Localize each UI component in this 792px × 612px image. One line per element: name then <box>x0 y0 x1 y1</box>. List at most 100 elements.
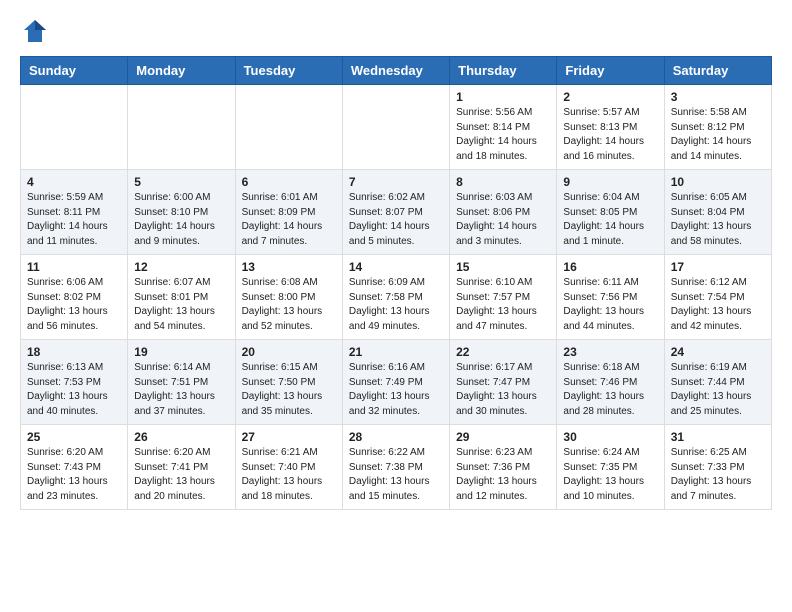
day-number: 4 <box>27 175 121 189</box>
day-info: Sunrise: 6:20 AM Sunset: 7:41 PM Dayligh… <box>134 446 228 504</box>
day-number: 1 <box>456 90 550 104</box>
calendar-cell: 8 Sunrise: 6:03 AM Sunset: 8:06 PM Daylig… <box>450 170 557 255</box>
day-info: Sunrise: 6:07 AM Sunset: 8:01 PM Dayligh… <box>134 276 228 334</box>
day-number: 2 <box>563 90 657 104</box>
day-number: 23 <box>563 345 657 359</box>
calendar-cell <box>235 85 342 170</box>
calendar-cell: 22 Sunrise: 6:17 AM Sunset: 7:47 PM Dayli… <box>450 340 557 425</box>
calendar-cell: 29 Sunrise: 6:23 AM Sunset: 7:36 PM Dayli… <box>450 425 557 510</box>
calendar-cell: 26 Sunrise: 6:20 AM Sunset: 7:41 PM Dayli… <box>128 425 235 510</box>
day-info: Sunrise: 6:02 AM Sunset: 8:07 PM Dayligh… <box>349 191 443 249</box>
calendar-cell: 7 Sunrise: 6:02 AM Sunset: 8:07 PM Daylig… <box>342 170 449 255</box>
calendar-header-row: SundayMondayTuesdayWednesdayThursdayFrid… <box>21 57 772 85</box>
weekday-header: Tuesday <box>235 57 342 85</box>
logo-icon <box>20 16 50 46</box>
weekday-header: Wednesday <box>342 57 449 85</box>
day-info: Sunrise: 6:21 AM Sunset: 7:40 PM Dayligh… <box>242 446 336 504</box>
day-info: Sunrise: 5:57 AM Sunset: 8:13 PM Dayligh… <box>563 106 657 164</box>
day-number: 26 <box>134 430 228 444</box>
calendar-week-row: 25 Sunrise: 6:20 AM Sunset: 7:43 PM Dayli… <box>21 425 772 510</box>
day-info: Sunrise: 6:13 AM Sunset: 7:53 PM Dayligh… <box>27 361 121 419</box>
logo <box>20 16 54 46</box>
page: SundayMondayTuesdayWednesdayThursdayFrid… <box>0 0 792 526</box>
weekday-header: Sunday <box>21 57 128 85</box>
day-info: Sunrise: 6:23 AM Sunset: 7:36 PM Dayligh… <box>456 446 550 504</box>
calendar-cell: 28 Sunrise: 6:22 AM Sunset: 7:38 PM Dayli… <box>342 425 449 510</box>
weekday-header: Friday <box>557 57 664 85</box>
calendar-cell <box>21 85 128 170</box>
day-info: Sunrise: 6:20 AM Sunset: 7:43 PM Dayligh… <box>27 446 121 504</box>
calendar: SundayMondayTuesdayWednesdayThursdayFrid… <box>20 56 772 510</box>
calendar-cell: 21 Sunrise: 6:16 AM Sunset: 7:49 PM Dayli… <box>342 340 449 425</box>
day-info: Sunrise: 6:04 AM Sunset: 8:05 PM Dayligh… <box>563 191 657 249</box>
calendar-cell: 15 Sunrise: 6:10 AM Sunset: 7:57 PM Dayli… <box>450 255 557 340</box>
day-info: Sunrise: 6:11 AM Sunset: 7:56 PM Dayligh… <box>563 276 657 334</box>
day-info: Sunrise: 6:10 AM Sunset: 7:57 PM Dayligh… <box>456 276 550 334</box>
day-number: 28 <box>349 430 443 444</box>
day-info: Sunrise: 6:16 AM Sunset: 7:49 PM Dayligh… <box>349 361 443 419</box>
calendar-cell: 24 Sunrise: 6:19 AM Sunset: 7:44 PM Dayli… <box>664 340 771 425</box>
calendar-cell: 14Sunrise: 6:09 AM Sunset: 7:58 PM Dayli… <box>342 255 449 340</box>
day-number: 7 <box>349 175 443 189</box>
day-info: Sunrise: 6:08 AM Sunset: 8:00 PM Dayligh… <box>242 276 336 334</box>
day-info: Sunrise: 6:12 AM Sunset: 7:54 PM Dayligh… <box>671 276 765 334</box>
day-number: 21 <box>349 345 443 359</box>
day-number: 17 <box>671 260 765 274</box>
day-info: Sunrise: 6:24 AM Sunset: 7:35 PM Dayligh… <box>563 446 657 504</box>
day-number: 15 <box>456 260 550 274</box>
weekday-header: Saturday <box>664 57 771 85</box>
calendar-cell: 20 Sunrise: 6:15 AM Sunset: 7:50 PM Dayli… <box>235 340 342 425</box>
day-number: 29 <box>456 430 550 444</box>
day-info: Sunrise: 6:15 AM Sunset: 7:50 PM Dayligh… <box>242 361 336 419</box>
day-info: Sunrise: 6:22 AM Sunset: 7:38 PM Dayligh… <box>349 446 443 504</box>
calendar-cell <box>128 85 235 170</box>
day-info: Sunrise: 6:14 AM Sunset: 7:51 PM Dayligh… <box>134 361 228 419</box>
calendar-cell: 18Sunrise: 6:13 AM Sunset: 7:53 PM Dayli… <box>21 340 128 425</box>
weekday-header: Thursday <box>450 57 557 85</box>
calendar-cell: 9 Sunrise: 6:04 AM Sunset: 8:05 PM Daylig… <box>557 170 664 255</box>
day-info: Sunrise: 6:05 AM Sunset: 8:04 PM Dayligh… <box>671 191 765 249</box>
calendar-week-row: 4 Sunrise: 5:59 AM Sunset: 8:11 PM Daylig… <box>21 170 772 255</box>
day-info: Sunrise: 6:17 AM Sunset: 7:47 PM Dayligh… <box>456 361 550 419</box>
calendar-week-row: 1 Sunrise: 5:56 AM Sunset: 8:14 PM Daylig… <box>21 85 772 170</box>
day-info: Sunrise: 6:25 AM Sunset: 7:33 PM Dayligh… <box>671 446 765 504</box>
day-info: Sunrise: 6:01 AM Sunset: 8:09 PM Dayligh… <box>242 191 336 249</box>
calendar-cell: 12 Sunrise: 6:07 AM Sunset: 8:01 PM Dayli… <box>128 255 235 340</box>
calendar-cell: 16 Sunrise: 6:11 AM Sunset: 7:56 PM Dayli… <box>557 255 664 340</box>
day-info: Sunrise: 5:56 AM Sunset: 8:14 PM Dayligh… <box>456 106 550 164</box>
calendar-cell: 1 Sunrise: 5:56 AM Sunset: 8:14 PM Daylig… <box>450 85 557 170</box>
calendar-cell <box>342 85 449 170</box>
calendar-cell: 30Sunrise: 6:24 AM Sunset: 7:35 PM Dayli… <box>557 425 664 510</box>
day-info: Sunrise: 6:18 AM Sunset: 7:46 PM Dayligh… <box>563 361 657 419</box>
day-info: Sunrise: 6:06 AM Sunset: 8:02 PM Dayligh… <box>27 276 121 334</box>
day-number: 16 <box>563 260 657 274</box>
calendar-cell: 19 Sunrise: 6:14 AM Sunset: 7:51 PM Dayli… <box>128 340 235 425</box>
day-number: 25 <box>27 430 121 444</box>
day-info: Sunrise: 6:03 AM Sunset: 8:06 PM Dayligh… <box>456 191 550 249</box>
calendar-cell: 6 Sunrise: 6:01 AM Sunset: 8:09 PM Daylig… <box>235 170 342 255</box>
calendar-cell: 11 Sunrise: 6:06 AM Sunset: 8:02 PM Dayli… <box>21 255 128 340</box>
day-number: 13 <box>242 260 336 274</box>
calendar-cell: 25 Sunrise: 6:20 AM Sunset: 7:43 PM Dayli… <box>21 425 128 510</box>
calendar-cell: 13 Sunrise: 6:08 AM Sunset: 8:00 PM Dayli… <box>235 255 342 340</box>
calendar-cell: 23 Sunrise: 6:18 AM Sunset: 7:46 PM Dayli… <box>557 340 664 425</box>
calendar-week-row: 18Sunrise: 6:13 AM Sunset: 7:53 PM Dayli… <box>21 340 772 425</box>
day-number: 11 <box>27 260 121 274</box>
day-number: 19 <box>134 345 228 359</box>
calendar-cell: 4 Sunrise: 5:59 AM Sunset: 8:11 PM Daylig… <box>21 170 128 255</box>
day-number: 12 <box>134 260 228 274</box>
day-number: 24 <box>671 345 765 359</box>
day-number: 9 <box>563 175 657 189</box>
day-info: Sunrise: 6:19 AM Sunset: 7:44 PM Dayligh… <box>671 361 765 419</box>
calendar-cell: 17 Sunrise: 6:12 AM Sunset: 7:54 PM Dayli… <box>664 255 771 340</box>
day-number: 20 <box>242 345 336 359</box>
day-info: Sunrise: 5:58 AM Sunset: 8:12 PM Dayligh… <box>671 106 765 164</box>
day-number: 6 <box>242 175 336 189</box>
calendar-week-row: 11 Sunrise: 6:06 AM Sunset: 8:02 PM Dayli… <box>21 255 772 340</box>
day-number: 22 <box>456 345 550 359</box>
day-info: Sunrise: 5:59 AM Sunset: 8:11 PM Dayligh… <box>27 191 121 249</box>
weekday-header: Monday <box>128 57 235 85</box>
day-number: 8 <box>456 175 550 189</box>
calendar-cell: 5Sunrise: 6:00 AM Sunset: 8:10 PM Daylig… <box>128 170 235 255</box>
calendar-cell: 10Sunrise: 6:05 AM Sunset: 8:04 PM Dayli… <box>664 170 771 255</box>
